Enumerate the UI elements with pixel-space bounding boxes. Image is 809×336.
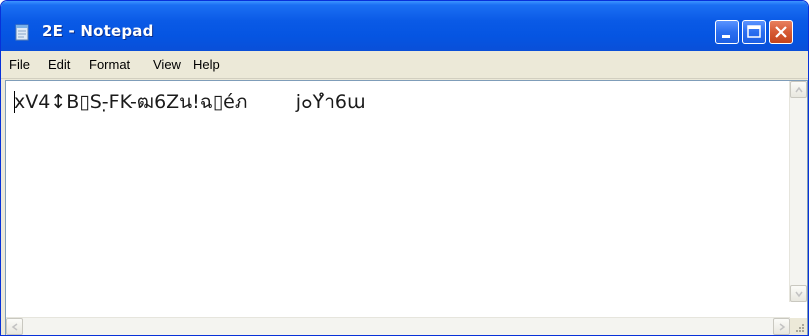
text-editor[interactable]: xV4↕B▯S-̣FK-ฒ6Zน!ฉ▯éภ j๐Yำ6ɯ — [5, 80, 808, 335]
menu-edit[interactable]: Edit — [48, 57, 70, 72]
chevron-down-icon — [795, 291, 803, 298]
document-text[interactable]: xV4↕B▯S-̣FK-ฒ6Zน!ฉ▯éภ j๐Yำ6ɯ — [14, 90, 365, 114]
chevron-left-icon — [11, 323, 18, 331]
menu-bar: File Edit Format View Help — [1, 51, 808, 79]
close-button[interactable] — [769, 20, 793, 44]
vertical-scrollbar[interactable] — [789, 81, 807, 302]
maximize-icon — [747, 25, 761, 38]
notepad-icon[interactable] — [14, 23, 31, 42]
horizontal-scrollbar[interactable] — [6, 317, 790, 335]
chevron-up-icon — [795, 86, 803, 93]
text-caret — [14, 91, 15, 113]
scroll-up-button[interactable] — [790, 81, 807, 98]
minimize-icon — [722, 35, 730, 38]
scroll-right-button[interactable] — [773, 318, 790, 335]
scroll-left-button[interactable] — [6, 318, 23, 335]
scroll-down-button[interactable] — [790, 285, 807, 302]
maximize-button[interactable] — [742, 20, 766, 44]
menu-view[interactable]: View — [153, 57, 181, 72]
notepad-window: 2E - Notepad File Edit Format View Help … — [0, 0, 809, 336]
close-icon — [775, 26, 787, 38]
resize-grip[interactable] — [790, 318, 807, 335]
menu-help[interactable]: Help — [193, 57, 220, 72]
chevron-right-icon — [779, 323, 786, 331]
title-bar[interactable]: 2E - Notepad — [1, 1, 808, 51]
window-title: 2E - Notepad — [42, 22, 154, 40]
minimize-button[interactable] — [715, 20, 739, 44]
menu-format[interactable]: Format — [89, 57, 130, 72]
resize-grip-icon — [796, 324, 804, 332]
menu-file[interactable]: File — [9, 57, 30, 72]
